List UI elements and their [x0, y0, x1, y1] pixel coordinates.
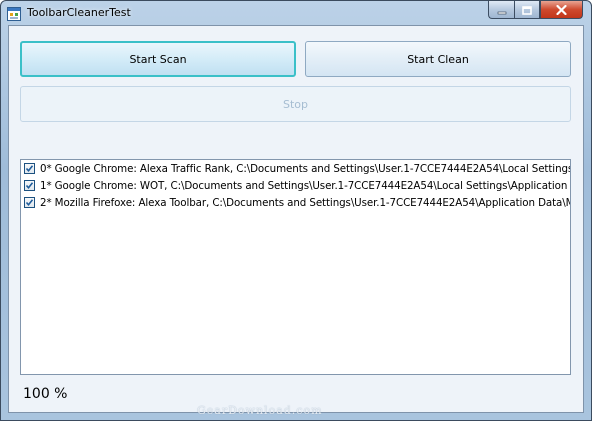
minimize-icon: [497, 1, 507, 19]
list-item-label: 0* Google Chrome: Alexa Traffic Rank, C:…: [40, 162, 571, 175]
list-item-label: 1* Google Chrome: WOT, C:\Documents and …: [40, 179, 571, 192]
stop-button[interactable]: Stop: [20, 86, 571, 122]
results-checklist[interactable]: 0* Google Chrome: Alexa Traffic Rank, C:…: [20, 159, 571, 375]
progress-label: 100 %: [23, 386, 68, 402]
caption-buttons: [488, 1, 583, 20]
app-window: ToolbarCleanerTest Start Scan Start Clea…: [0, 0, 592, 421]
list-item[interactable]: 2* Mozilla Firefoxe: Alexa Toolbar, C:\D…: [21, 194, 570, 211]
window-title: ToolbarCleanerTest: [27, 6, 131, 19]
app-window-icon[interactable]: [7, 6, 21, 21]
checkbox[interactable]: [24, 197, 35, 208]
maximize-icon: [522, 1, 532, 19]
client-area: Start Scan Start Clean Stop 0* Google Ch…: [8, 25, 584, 413]
checkbox[interactable]: [24, 180, 35, 191]
start-clean-button[interactable]: Start Clean: [305, 41, 571, 77]
start-scan-button[interactable]: Start Scan: [20, 41, 296, 77]
minimize-button[interactable]: [488, 1, 514, 19]
checkbox[interactable]: [24, 163, 35, 174]
close-button[interactable]: [540, 1, 583, 19]
watermark: GearDownload.com: [197, 404, 323, 417]
title-bar[interactable]: ToolbarCleanerTest: [1, 1, 591, 25]
list-item[interactable]: 0* Google Chrome: Alexa Traffic Rank, C:…: [21, 160, 570, 177]
list-item-label: 2* Mozilla Firefoxe: Alexa Toolbar, C:\D…: [40, 196, 571, 209]
maximize-button[interactable]: [514, 1, 540, 19]
close-icon: [556, 1, 567, 19]
list-item[interactable]: 1* Google Chrome: WOT, C:\Documents and …: [21, 177, 570, 194]
